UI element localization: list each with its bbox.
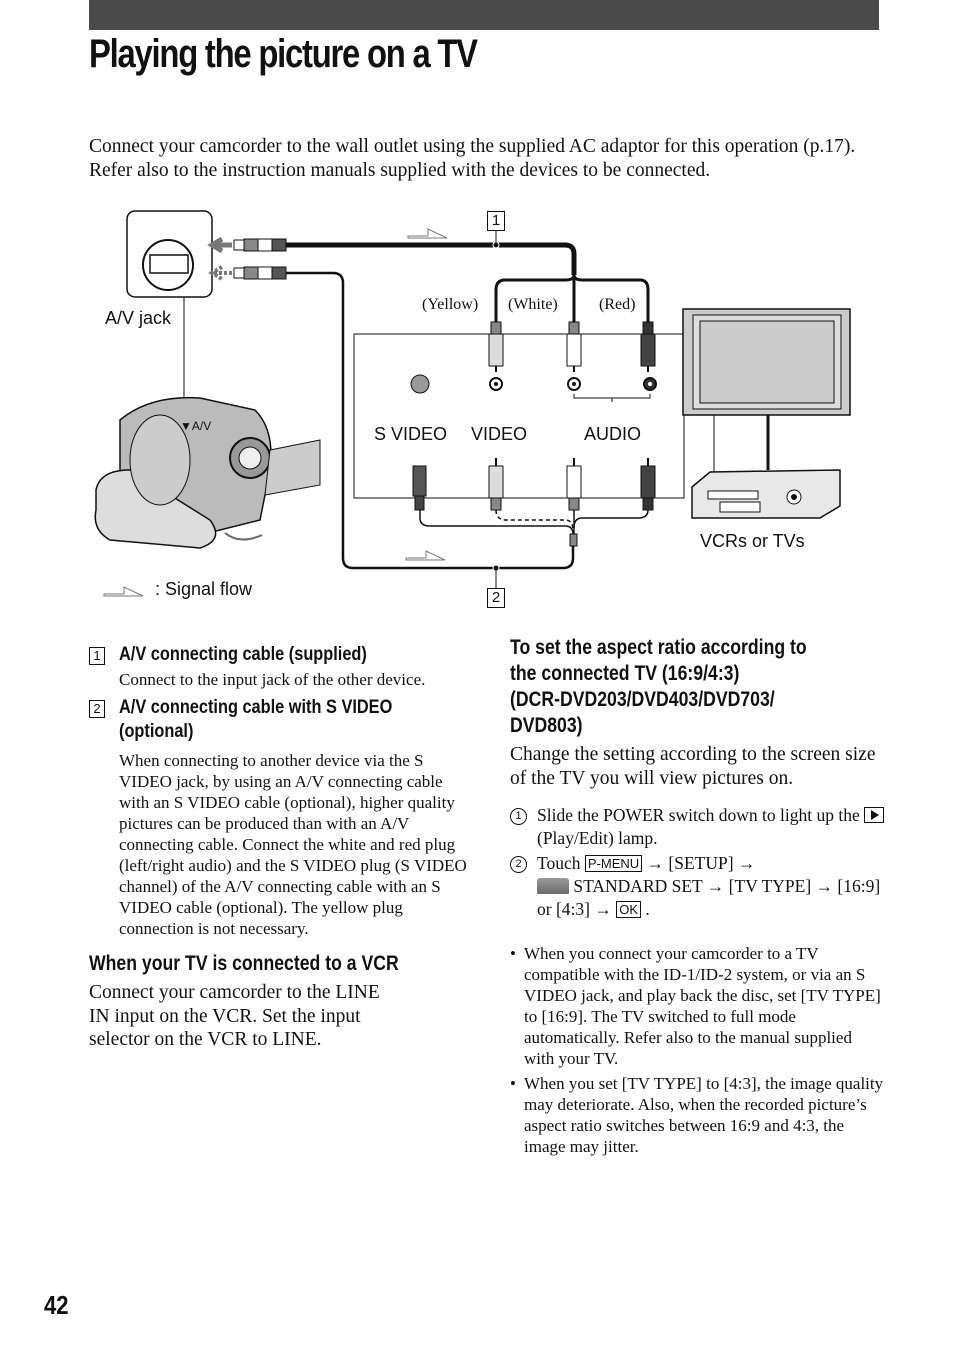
page-number: 42 [44, 1290, 69, 1320]
notes-list: • When you connect your camcorder to a T… [510, 943, 885, 1157]
s-video-jack [410, 374, 430, 394]
solid-arrow-icon [207, 236, 232, 254]
video-label: VIDEO [471, 424, 528, 444]
vcr-body-line: selector on the VCR to LINE. [89, 1029, 322, 1050]
audio-label: AUDIO [584, 424, 642, 444]
toolbox-icon [537, 878, 569, 894]
s-video-label: S VIDEO [374, 424, 448, 444]
aspect-intro: Change the setting according to the scre… [510, 744, 876, 789]
aspect-heading-line: the connected TV (16:9/4:3) [510, 662, 740, 685]
step-2: 2 Touch P-MENU → [SETUP] → STANDARD SET … [510, 852, 885, 921]
plug-2 [233, 266, 287, 280]
white-plug-bottom [566, 458, 582, 511]
cable-junction [569, 533, 578, 547]
item-2-body: When connecting to another device via th… [119, 751, 467, 938]
step-1: 1 Slide the POWER switch down to light u… [510, 804, 885, 850]
step-2-number: 2 [510, 856, 527, 873]
tv-input-panel [353, 333, 685, 499]
aspect-heading: To set the aspect ratio according to the… [510, 635, 825, 739]
tv-icon [682, 308, 851, 416]
signal-flow-icon [405, 550, 446, 561]
item-1-number: 1 [89, 647, 105, 665]
aspect-heading-line: To set the aspect ratio according to [510, 636, 807, 659]
page-title: Playing the picture on a TV [89, 32, 478, 76]
play-edit-icon [864, 807, 885, 823]
signal-flow-icon [407, 228, 448, 239]
diagram-graphics [94, 210, 851, 597]
red-plug [640, 321, 656, 372]
vcrs-label: VCRs or TVs [700, 531, 805, 551]
signal-flow-legend-icon [103, 586, 144, 597]
item-2-number: 2 [89, 700, 105, 718]
ok-button: OK [616, 901, 642, 918]
item-2-title: A/V connecting cable with S VIDEO [119, 697, 393, 718]
white-label: (White) [508, 296, 558, 313]
red-plug-bottom [640, 458, 656, 511]
header-bar [89, 0, 879, 30]
red-label: (Red) [599, 296, 636, 313]
yellow-label: (Yellow) [422, 296, 479, 313]
cable-1 [286, 242, 577, 275]
step-1-number: 1 [510, 808, 527, 825]
item-1-title: A/V connecting cable (supplied) [119, 644, 367, 665]
vcr-icon [691, 469, 841, 519]
vcr-body-line: IN input on the VCR. Set the input [89, 1005, 361, 1027]
yellow-plug-bottom [488, 458, 504, 511]
vcr-heading: When your TV is connected to a VCR [89, 952, 399, 975]
s-video-plug [412, 465, 427, 511]
yellow-plug [488, 321, 504, 372]
left-column: 1 A/V connecting cable (supplied) Connec… [89, 643, 469, 1052]
note-item: • When you set [TV TYPE] to [4:3], the i… [510, 1074, 884, 1156]
dotted-arrow-icon [208, 265, 232, 281]
white-plug [566, 321, 582, 372]
aspect-heading-line: DVD803) [510, 714, 583, 737]
callout-1: 1 [487, 211, 505, 231]
p-menu-button: P-MENU [584, 855, 643, 872]
plug-1 [233, 238, 287, 252]
av-port-label: ▼A/V [180, 419, 212, 433]
signal-flow-label: : Signal flow [155, 579, 253, 599]
right-column: To set the aspect ratio according to the… [510, 635, 885, 1161]
item-1-heading: 1 A/V connecting cable (supplied) [89, 643, 469, 667]
note-item: • When you connect your camcorder to a T… [510, 944, 881, 1068]
intro-paragraph: Connect your camcorder to the wall outle… [89, 136, 856, 181]
vcr-body: Connect your camcorder to the LINE IN in… [89, 981, 469, 1052]
av-jack-label: A/V jack [105, 308, 172, 328]
steps-list: 1 Slide the POWER switch down to light u… [510, 804, 885, 921]
item-1-body: Connect to the input jack of the other d… [119, 670, 426, 689]
vcr-body-line: Connect your camcorder to the LINE [89, 982, 380, 1003]
item-2-title-2: (optional) [119, 721, 194, 742]
callout-2: 2 [487, 588, 505, 608]
item-2-heading: 2 A/V connecting cable with S VIDEO (opti… [89, 696, 469, 744]
connection-diagram: ▼A/V A/V jack (Yellow) (White) (Red) S V… [0, 195, 954, 620]
aspect-heading-line: (DCR-DVD203/DVD403/DVD703/ [510, 688, 775, 711]
